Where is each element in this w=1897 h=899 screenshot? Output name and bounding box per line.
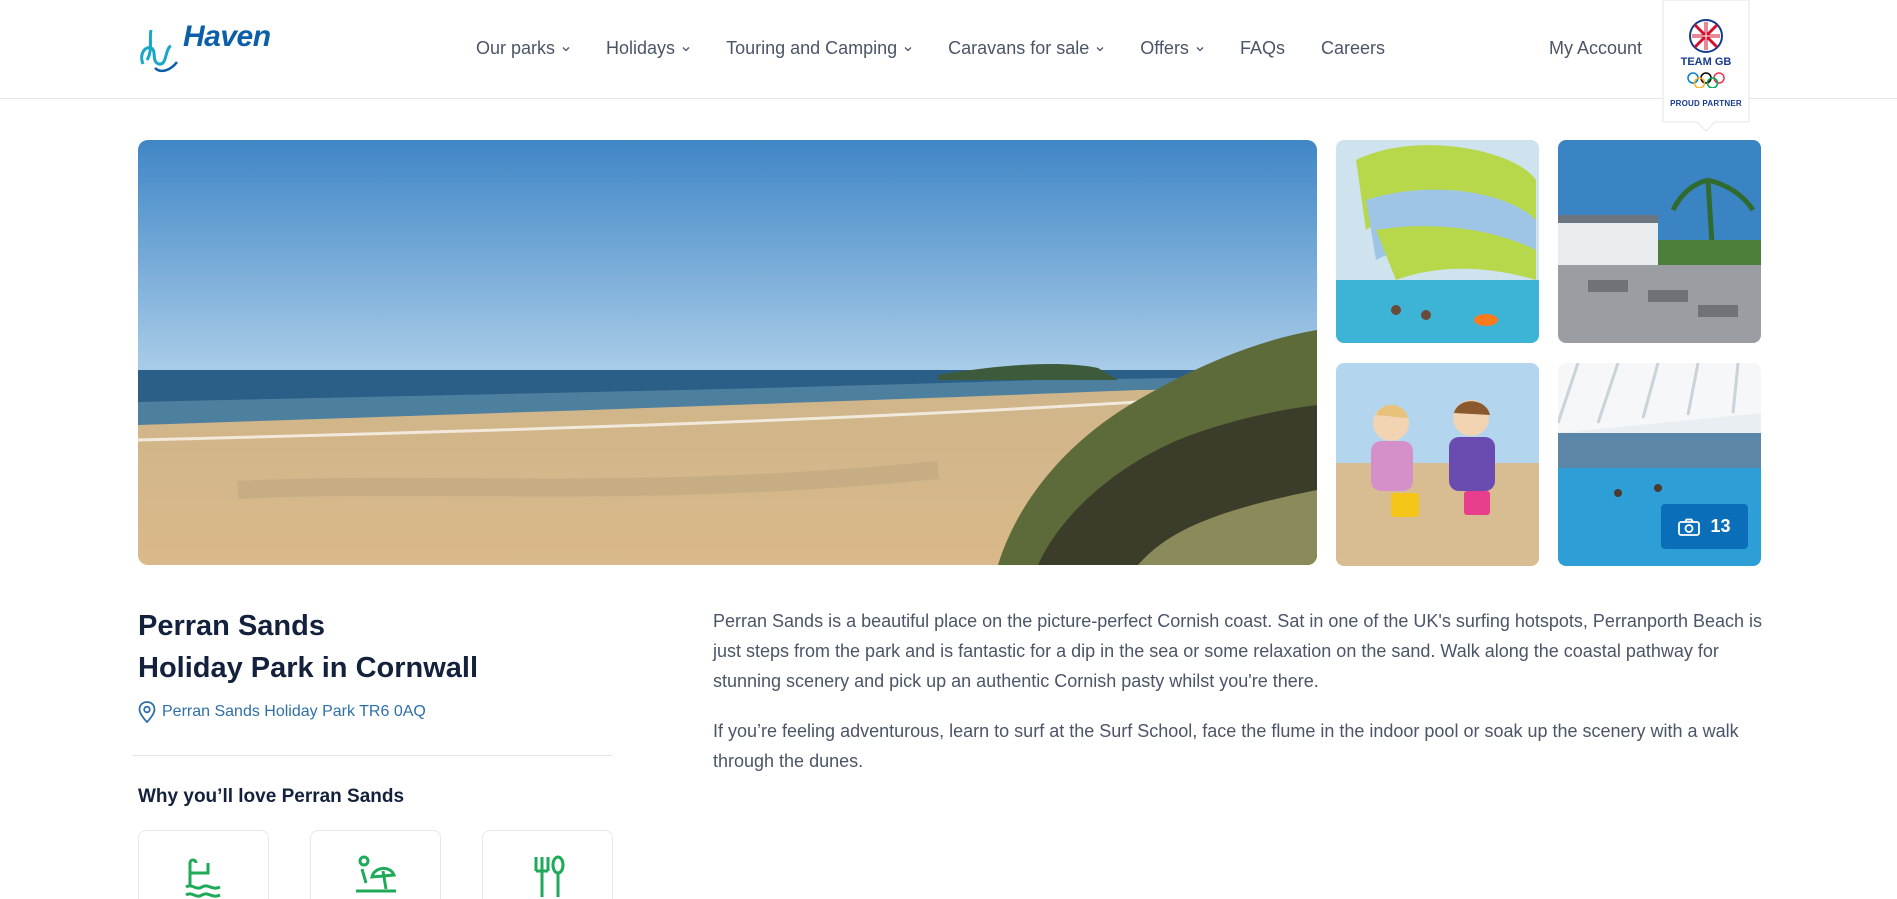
thumb-water-slide[interactable] <box>1336 140 1539 343</box>
park-name: Perran Sands <box>138 610 325 642</box>
nav-holidays[interactable]: Holidays <box>606 38 690 59</box>
park-description: Perran Sands is a beautiful place on the… <box>713 606 1763 796</box>
camera-icon <box>1678 518 1701 536</box>
chevron-down-icon <box>1096 46 1104 51</box>
lion-crest-icon <box>1689 19 1723 53</box>
water-slide-photo <box>1336 140 1539 343</box>
nav-label: FAQs <box>1239 38 1285 58</box>
description-paragraph: Perran Sands is a beautiful place on the… <box>713 611 1763 691</box>
nav-caravans-for-sale[interactable]: Caravans for sale <box>948 38 1104 59</box>
nav-label: Touring and Camping <box>726 38 898 58</box>
nav-offers[interactable]: Offers <box>1140 38 1204 59</box>
olympic-rings-icon <box>1687 72 1725 88</box>
nav-careers[interactable]: Careers <box>1321 38 1385 59</box>
nav-faqs[interactable]: FAQs <box>1240 38 1285 59</box>
description-paragraph: If you’re feeling adventurous, learn to … <box>713 721 1739 771</box>
haven-logo[interactable]: Haven <box>137 18 271 74</box>
divider <box>133 755 613 756</box>
beach-photo <box>138 140 1317 565</box>
nav-label: Holidays <box>606 38 676 58</box>
site-header: Haven Our parks Holidays Touring and Cam… <box>0 0 1897 99</box>
hero-image-beach[interactable] <box>138 140 1317 565</box>
my-account-link[interactable]: My Account <box>1549 38 1642 59</box>
nav-touring-camping[interactable]: Touring and Camping <box>726 38 912 59</box>
team-gb-badge[interactable]: TEAM GB PROUD PARTNER <box>1661 0 1751 140</box>
park-subtitle: Holiday Park in Cornwall <box>138 652 479 684</box>
terrace-photo <box>1558 140 1761 343</box>
park-address-link[interactable]: Perran Sands Holiday Park TR6 0AQ <box>138 701 426 723</box>
team-gb-label: TEAM GB <box>1680 56 1732 68</box>
main-nav: Our parks Holidays Touring and Camping C… <box>476 38 1421 59</box>
chevron-down-icon <box>682 46 690 51</box>
address-text: Perran Sands Holiday Park TR6 0AQ <box>162 703 426 720</box>
nav-label: Careers <box>1320 38 1385 58</box>
thumb-terrace[interactable] <box>1558 140 1761 343</box>
map-pin-icon <box>138 701 156 723</box>
nav-label: Our parks <box>476 38 556 58</box>
logo-text: Haven <box>183 20 271 53</box>
thumb-kids-sandcastle[interactable] <box>1336 363 1539 566</box>
proud-partner-label: PROUD PARTNER <box>1670 99 1742 108</box>
nav-label: Offers <box>1140 38 1189 58</box>
photo-count-label: 13 <box>1710 516 1731 536</box>
feature-card-pool[interactable] <box>138 830 269 899</box>
chevron-down-icon <box>562 46 570 51</box>
nav-label: Caravans for sale <box>948 38 1090 58</box>
chevron-down-icon <box>904 46 912 51</box>
beach-icon <box>356 855 396 893</box>
pool-icon <box>185 858 221 898</box>
feature-card-beach[interactable] <box>310 830 441 899</box>
nav-our-parks[interactable]: Our parks <box>476 38 570 59</box>
why-you-love-heading: Why you’ll love Perran Sands <box>138 786 405 807</box>
feature-card-food[interactable] <box>482 830 613 899</box>
chevron-down-icon <box>1196 46 1204 51</box>
kids-beach-photo <box>1336 363 1539 566</box>
food-icon <box>534 855 565 897</box>
view-photos-button[interactable]: 13 <box>1661 504 1748 549</box>
